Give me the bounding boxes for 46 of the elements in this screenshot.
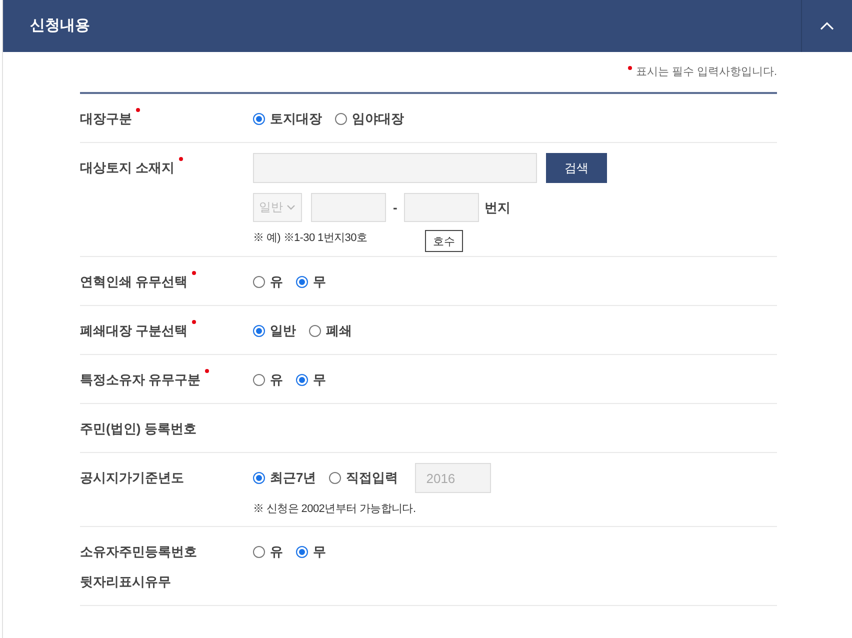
field-label: 연혁인쇄 유무선택 (80, 274, 188, 289)
chevron-down-icon (287, 205, 295, 210)
option-label[interactable]: 유 (270, 542, 283, 562)
radio-button[interactable] (329, 472, 342, 484)
separator-text: - (393, 200, 398, 215)
field-label: 공시지가기준년도 (80, 470, 184, 485)
field-label: 주민(법인) 등록번호 (80, 421, 196, 436)
option-label[interactable]: 무 (313, 370, 326, 390)
radio-button[interactable] (296, 276, 308, 288)
option-label[interactable]: 토지대장 (270, 109, 322, 129)
option-label[interactable]: 유 (270, 272, 283, 292)
radio-button[interactable] (253, 325, 265, 337)
radio-button[interactable] (253, 546, 265, 558)
option-label[interactable]: 폐쇄 (326, 321, 352, 341)
required-note: 표시는 필수 입력사항입니다. (636, 65, 777, 80)
field-label: 특정소유자 유무구분 (80, 372, 201, 387)
option-label[interactable]: 무 (313, 542, 326, 562)
field-label: 대장구분 (80, 111, 132, 126)
unit-label: 번지 (484, 198, 510, 216)
radio-button[interactable] (253, 374, 265, 386)
field-label: 폐쇄대장 구분선택 (80, 323, 188, 338)
option-label[interactable]: 유 (270, 370, 283, 390)
option-label[interactable]: 직접입력 (346, 468, 398, 488)
radio-button[interactable] (253, 276, 265, 288)
radio-button[interactable] (335, 113, 347, 125)
radio-button[interactable] (253, 113, 265, 125)
option-label[interactable]: 무 (313, 272, 326, 292)
lot-number-field[interactable] (311, 193, 386, 222)
radio-button[interactable] (253, 472, 265, 484)
chevron-up-icon (820, 22, 834, 30)
option-label[interactable]: 임야대장 (352, 109, 404, 129)
search-button[interactable]: 검색 (546, 153, 607, 183)
unit-number-button[interactable]: 호수 (425, 230, 463, 252)
example-text: ※ 예) ※1-30 1번지30호 (253, 231, 368, 246)
required-dot-icon (628, 66, 632, 70)
section-title: 신청내용 (30, 16, 90, 36)
field-label: 대상토지 소재지 (80, 160, 175, 175)
hint-text: ※ 신청은 2002년부터 가능합니다. (253, 503, 416, 515)
address-field[interactable] (253, 153, 537, 183)
lot-number-field[interactable] (404, 193, 480, 222)
radio-button[interactable] (296, 374, 308, 386)
option-label[interactable]: 최근7년 (270, 468, 316, 488)
radio-button[interactable] (296, 546, 308, 558)
field-label: 소유자주민등록번호 뒷자리표시유무 (80, 544, 197, 589)
option-label[interactable]: 일반 (270, 321, 296, 341)
radio-button[interactable] (309, 325, 321, 337)
